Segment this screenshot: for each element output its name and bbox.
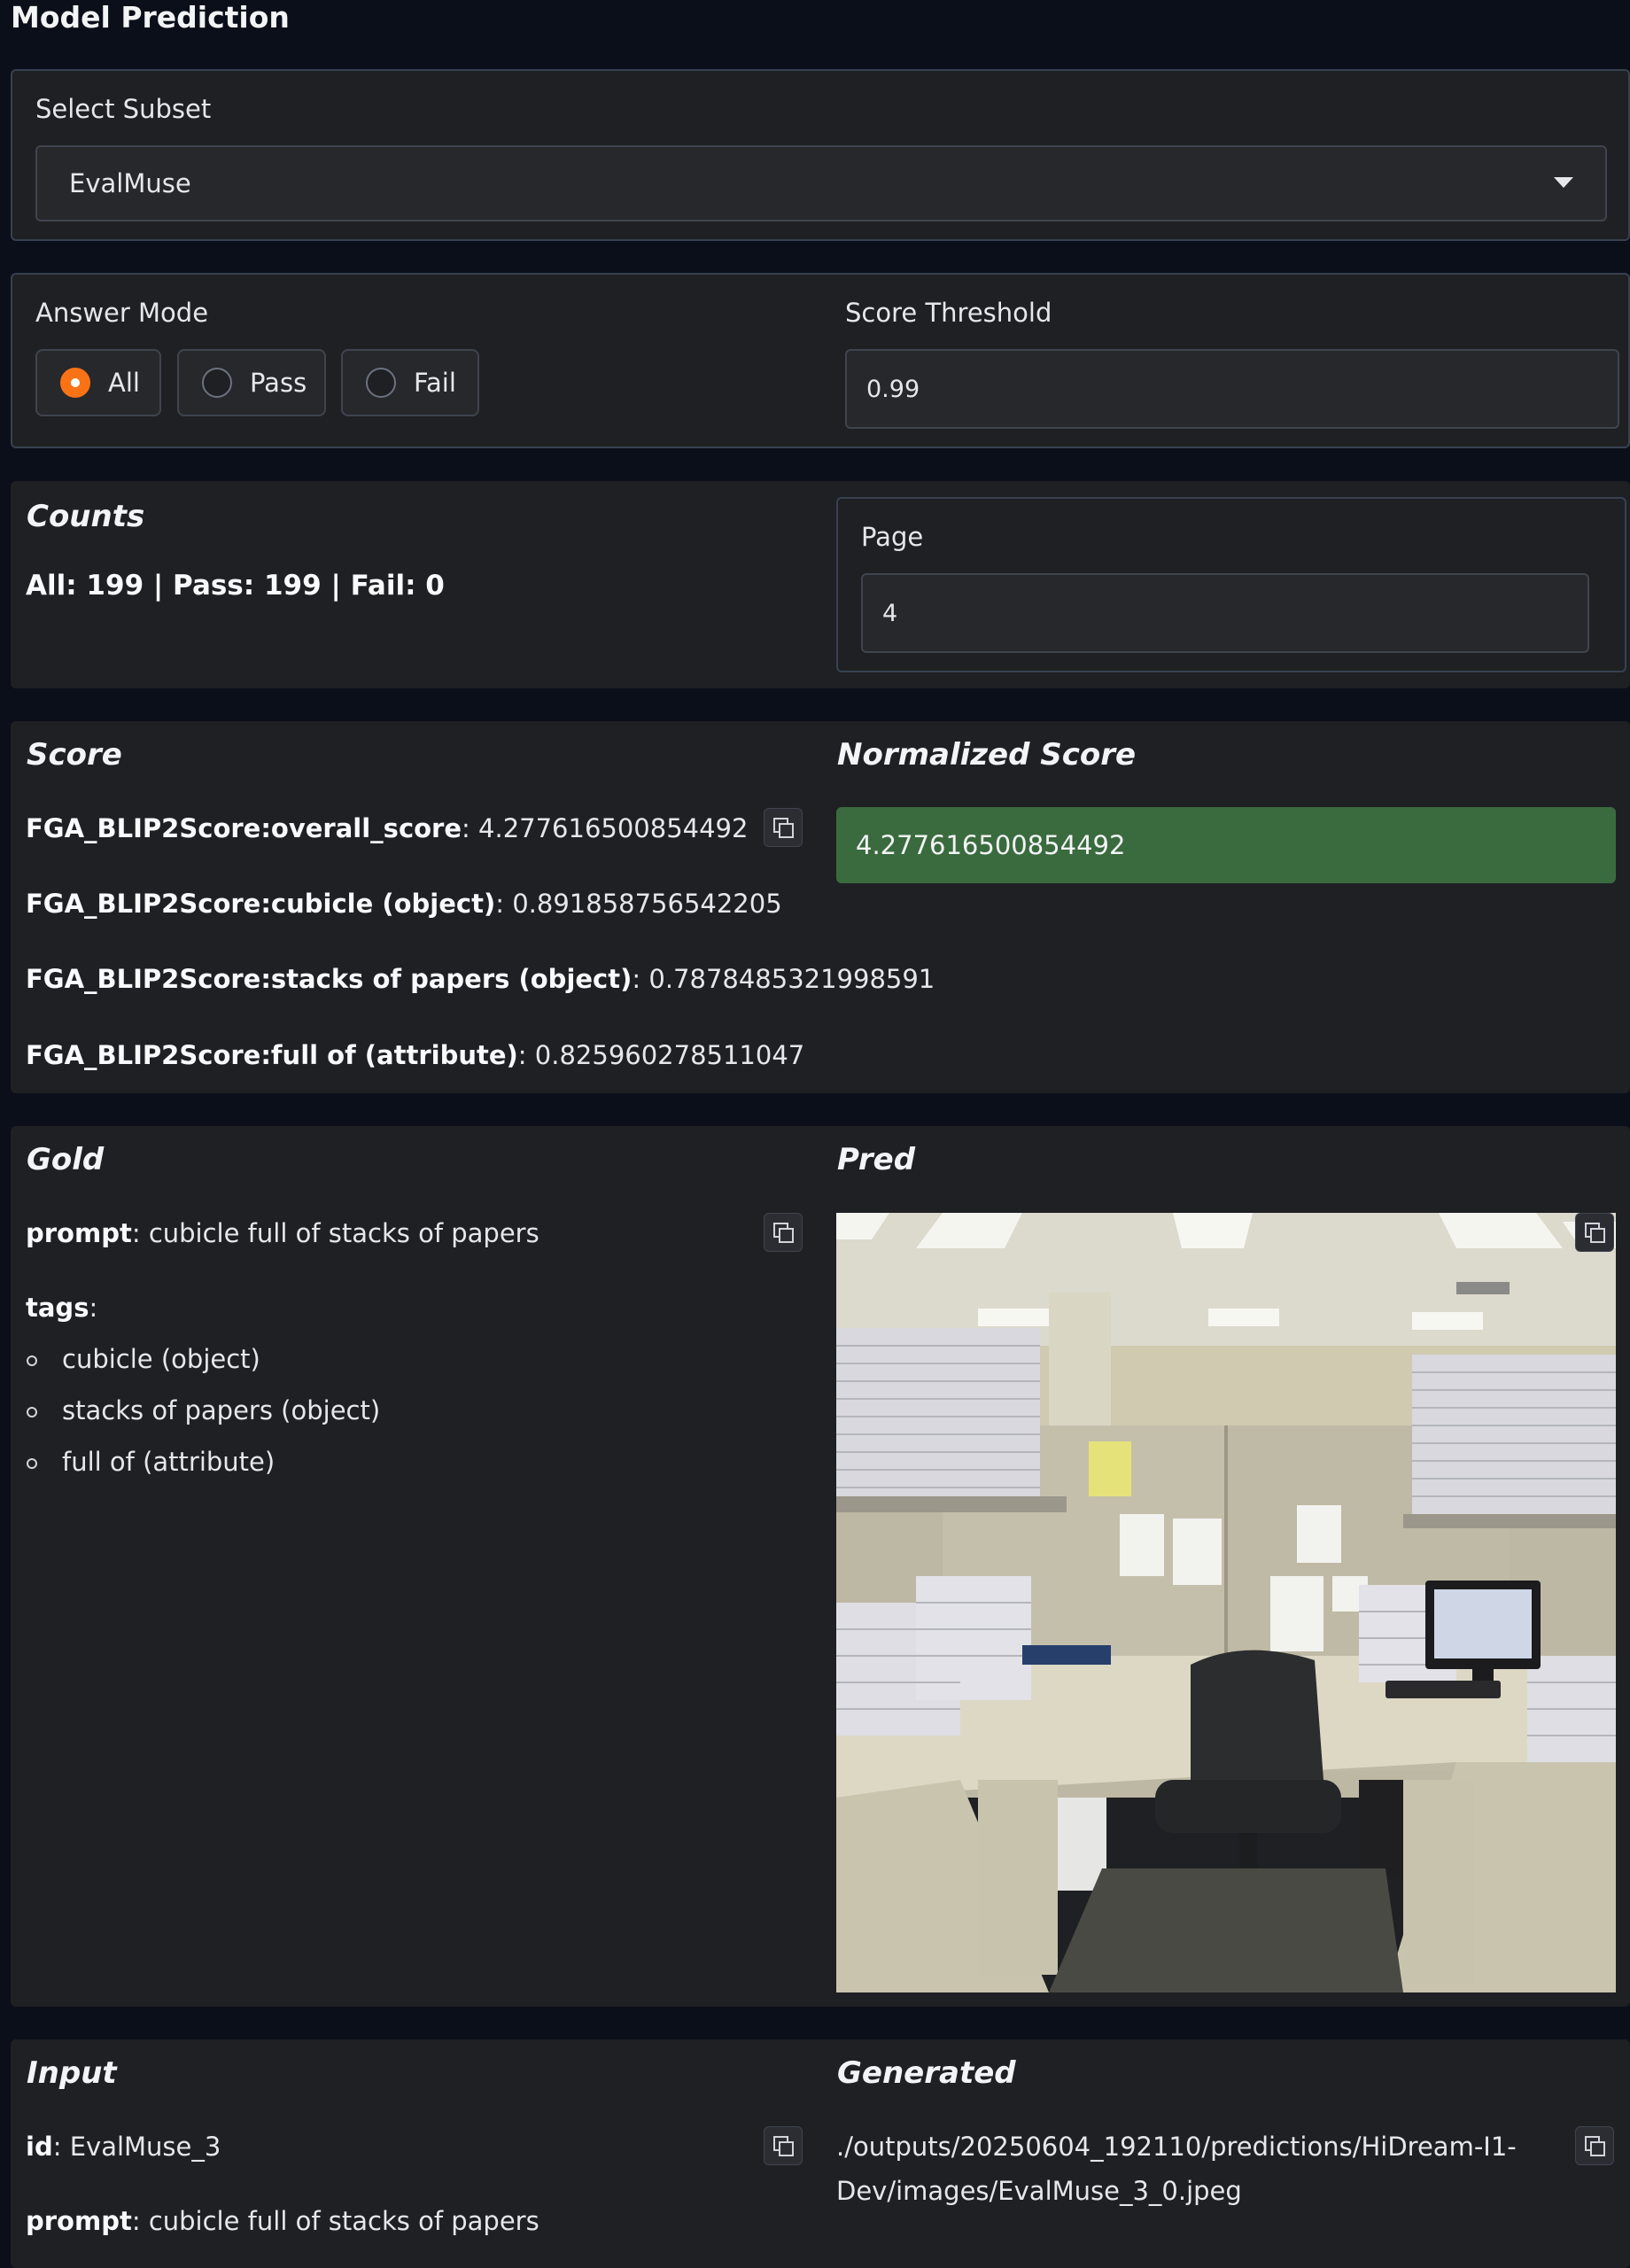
tag-item: stacks of papers (object) [62, 1395, 381, 1425]
score-key: FGA_BLIP2Score:cubicle (object) [26, 889, 496, 919]
select-subset-label: Select Subset [35, 94, 212, 124]
score-value: 0.825960278511047 [534, 1040, 805, 1070]
input-id-value: EvalMuse_3 [69, 2132, 221, 2162]
gold-prompt: prompt: cubicle full of stacks of papers [26, 1218, 539, 1248]
page-label: Page [861, 522, 924, 552]
answer-mode-label: Answer Mode [35, 298, 209, 328]
counts-heading: Counts [27, 499, 145, 534]
gold-prompt-key: prompt [26, 1218, 132, 1248]
radio-all-label: All [108, 368, 140, 398]
score-value: 0.7878485321998591 [648, 964, 935, 994]
copy-icon [773, 1223, 794, 1243]
generated-path-line1: ./outputs/20250604_192110/predictions/Hi… [836, 2132, 1517, 2162]
radio-pass-label: Pass [250, 368, 307, 398]
copy-button[interactable] [1575, 2126, 1614, 2165]
bullet-icon [27, 1355, 37, 1366]
copy-button[interactable] [1575, 1213, 1614, 1252]
radio-fail-label: Fail [414, 368, 456, 398]
tag-item: full of (attribute) [62, 1447, 276, 1477]
score-item: FGA_BLIP2Score:cubicle (object): 0.89185… [26, 889, 782, 919]
copy-button[interactable] [764, 1213, 803, 1252]
generated-heading: Generated [837, 2055, 1016, 2091]
gold-pred-panel: Gold prompt: cubicle full of stacks of p… [11, 1126, 1630, 2007]
input-generated-panel: Input id: EvalMuse_3 prompt: cubicle ful… [11, 2039, 1630, 2268]
radio-unselected-icon [366, 368, 396, 398]
page-title: Model Prediction [11, 0, 290, 35]
score-value: 4.277616500854492 [478, 813, 749, 843]
input-prompt-value: cubicle full of stacks of papers [148, 2206, 539, 2236]
counts-panel: Counts All: 199 | Pass: 199 | Fail: 0 Pa… [11, 481, 1630, 688]
score-item: FGA_BLIP2Score:stacks of papers (object)… [26, 964, 935, 994]
copy-button[interactable] [764, 2126, 803, 2165]
generated-path-line2: Dev/images/EvalMuse_3_0.jpeg [836, 2176, 1242, 2206]
score-key: FGA_BLIP2Score:full of (attribute) [26, 1040, 518, 1070]
subset-dropdown[interactable]: EvalMuse [35, 145, 1607, 221]
input-id: id: EvalMuse_3 [26, 2132, 221, 2162]
gold-tags-heading: tags: [26, 1293, 98, 1323]
radio-fail[interactable]: Fail [341, 349, 479, 416]
copy-icon [773, 818, 794, 838]
radio-all[interactable]: All [35, 349, 161, 416]
counts-text: All: 199 | Pass: 199 | Fail: 0 [26, 570, 445, 602]
select-subset-panel: Select Subset EvalMuse [11, 69, 1630, 241]
score-heading: Score [27, 737, 122, 773]
score-item: FGA_BLIP2Score:full of (attribute): 0.82… [26, 1040, 805, 1070]
page-panel: Page 4 [836, 497, 1626, 672]
radio-unselected-icon [202, 368, 232, 398]
input-prompt-key: prompt [26, 2206, 132, 2236]
score-item: FGA_BLIP2Score:overall_score: 4.27761650… [26, 813, 749, 843]
copy-icon [773, 2136, 794, 2156]
score-threshold-input[interactable]: 0.99 [845, 349, 1619, 429]
radio-selected-icon [60, 368, 90, 398]
radio-pass[interactable]: Pass [177, 349, 326, 416]
gold-heading: Gold [27, 1142, 105, 1177]
bullet-icon [27, 1458, 37, 1469]
gold-prompt-value: cubicle full of stacks of papers [148, 1218, 539, 1248]
score-value: 0.891858756542205 [512, 889, 782, 919]
gold-tags-key: tags [26, 1293, 89, 1323]
tag-item: cubicle (object) [62, 1344, 260, 1374]
normalized-score-value: 4.277616500854492 [836, 807, 1616, 883]
copy-button[interactable] [764, 808, 803, 847]
copy-icon [1585, 1223, 1605, 1243]
score-panel: Score FGA_BLIP2Score:overall_score: 4.27… [11, 721, 1630, 1093]
page-input[interactable]: 4 [861, 573, 1589, 653]
subset-dropdown-value: EvalMuse [69, 168, 191, 198]
pred-heading: Pred [837, 1142, 916, 1177]
filter-panel: Answer Mode All Pass Fail Score Threshol… [11, 273, 1630, 448]
input-heading: Input [27, 2055, 117, 2091]
caret-down-icon [1554, 177, 1573, 188]
pred-image [836, 1213, 1616, 1992]
score-key: FGA_BLIP2Score:stacks of papers (object) [26, 964, 633, 994]
input-id-key: id [26, 2132, 53, 2162]
input-prompt: prompt: cubicle full of stacks of papers [26, 2206, 539, 2236]
score-threshold-label: Score Threshold [845, 298, 1052, 328]
copy-icon [1585, 2136, 1605, 2156]
score-key: FGA_BLIP2Score:overall_score [26, 813, 462, 843]
normalized-score-heading: Normalized Score [837, 737, 1137, 773]
bullet-icon [27, 1407, 37, 1418]
